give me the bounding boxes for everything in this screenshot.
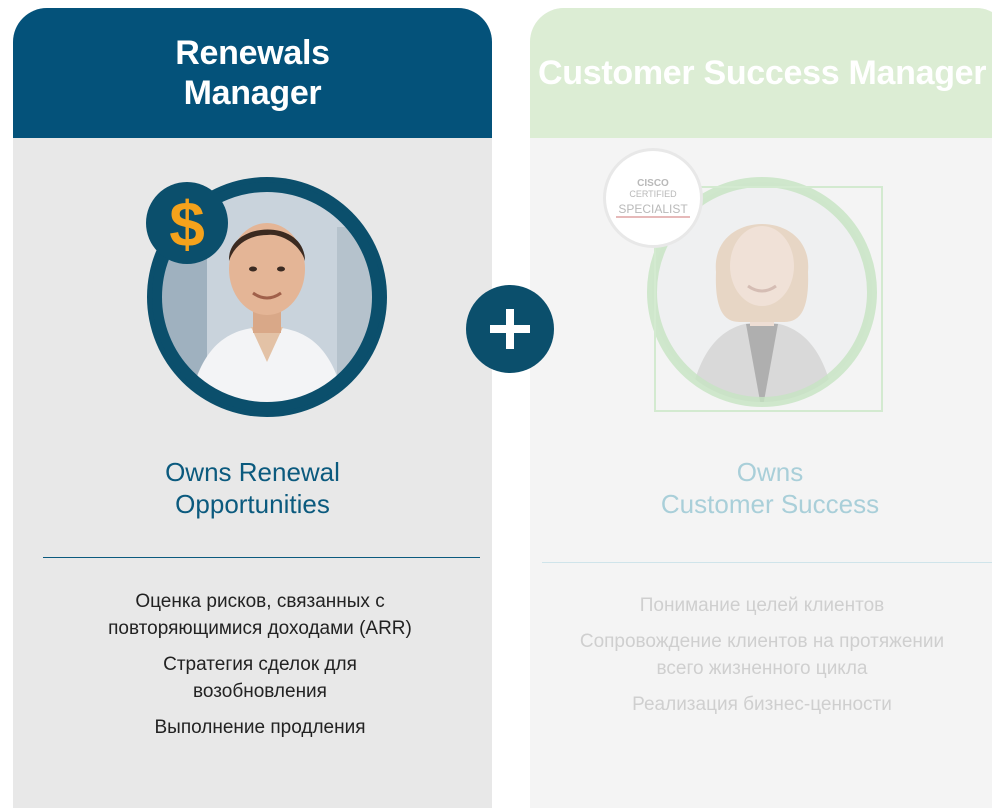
dollar-badge: $ bbox=[146, 182, 228, 264]
caption-line-2: Opportunities bbox=[175, 489, 330, 519]
dollar-icon: $ bbox=[169, 190, 205, 256]
customer-success-manager-title: Customer Success Manager bbox=[538, 54, 987, 92]
renewals-manager-header: Renewals Manager bbox=[13, 8, 492, 138]
duty-item: Оценка рисков, связанных с повторяющимис… bbox=[108, 591, 412, 639]
svg-text:$: $ bbox=[169, 190, 205, 256]
right-divider bbox=[542, 562, 992, 563]
caption-line-1: Owns bbox=[736, 457, 804, 487]
duty-item: Понимание целей клиентов bbox=[639, 595, 885, 616]
plus-badge bbox=[466, 285, 554, 373]
plus-icon bbox=[490, 309, 530, 349]
customer-success-manager-caption: Owns Customer Success bbox=[530, 456, 992, 520]
duty-item: Стратегия сделок для возобновления bbox=[163, 654, 357, 702]
caption-line-2: Customer Success bbox=[660, 489, 880, 519]
duty-item: Выполнение продления bbox=[154, 717, 366, 738]
renewals-manager-duties: Оценка рисков, связанных с повторяющимис… bbox=[40, 588, 480, 750]
renewals-manager-caption: Owns Renewal Opportunities bbox=[13, 456, 492, 520]
duty-item: Реализация бизнес-ценности bbox=[632, 694, 892, 715]
cisco-certified-specialist-badge: CISCO CERTIFIED SPECIALIST bbox=[603, 148, 703, 248]
customer-success-manager-duties: Понимание целей клиентов Сопровождение к… bbox=[552, 592, 972, 727]
renewals-manager-title: Renewals Manager bbox=[175, 34, 330, 112]
badge-line-1: CISCO bbox=[637, 178, 669, 189]
badge-line-2: CERTIFIED bbox=[629, 189, 677, 199]
customer-success-manager-header: Customer Success Manager bbox=[530, 8, 992, 138]
duty-item: Сопровождение клиентов на протяжении все… bbox=[579, 631, 945, 679]
caption-line-1: Owns Renewal bbox=[165, 457, 340, 487]
left-divider bbox=[43, 557, 480, 558]
badge-line-3: SPECIALIST bbox=[616, 202, 690, 218]
